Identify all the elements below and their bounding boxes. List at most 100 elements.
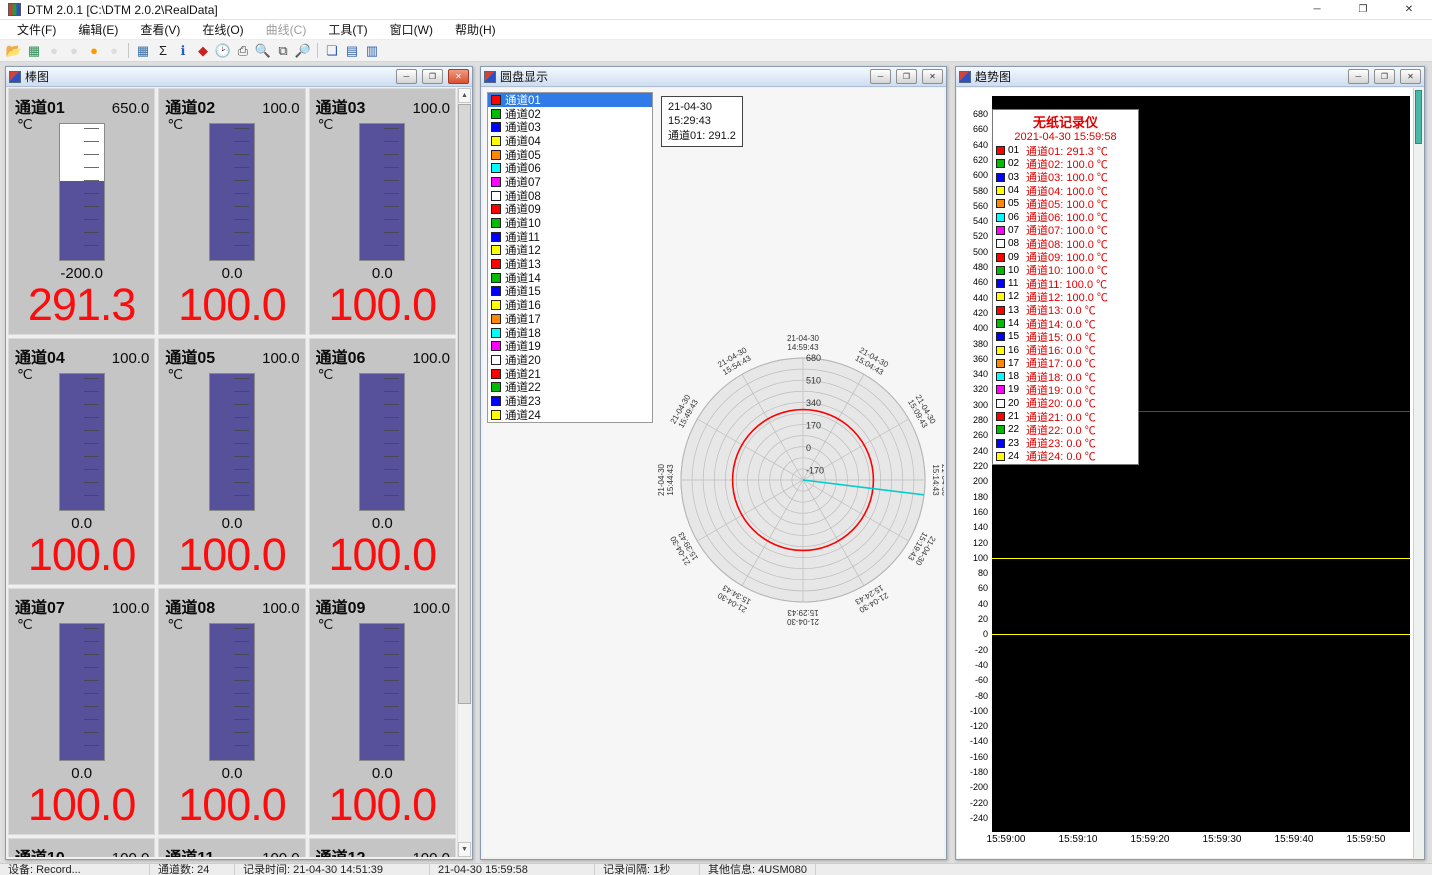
restore-button[interactable]: ❐ xyxy=(1340,0,1386,20)
menu-item-查看(V)[interactable]: 查看(V) xyxy=(129,20,191,40)
gauge-ticks xyxy=(84,378,99,506)
bar-cell-header: 通道06100.0 xyxy=(310,339,455,368)
bar-window-minimize-button[interactable]: ─ xyxy=(396,69,417,84)
trend-window-titlebar[interactable]: 趋势图 ─ ❐ ✕ xyxy=(956,67,1424,87)
bar-scrollbar[interactable]: ▲ ▼ xyxy=(457,88,471,857)
trend-plot: 无纸记录仪 2021-04-30 15:59:58 01通道01: 291.3 … xyxy=(992,96,1410,832)
y-axis-label: 80 xyxy=(978,568,988,578)
y-axis-label: -240 xyxy=(970,813,988,823)
status-segment: 记录间隔: 1秒 xyxy=(595,864,700,875)
bar-gauge xyxy=(359,623,405,761)
channel-name: 通道05 xyxy=(165,344,215,368)
legend-channel-number: 03 xyxy=(1008,172,1023,183)
channel-color-swatch xyxy=(491,369,501,379)
y-axis-label: -80 xyxy=(975,691,988,701)
legend-channel-number: 05 xyxy=(1008,198,1023,209)
print-icon[interactable]: ⎙ xyxy=(233,41,253,60)
x-axis-label: 15:59:20 xyxy=(1131,834,1170,845)
menu-item-帮助(H)[interactable]: 帮助(H) xyxy=(444,20,507,40)
svg-text:21-04-3015:29:43: 21-04-3015:29:43 xyxy=(786,608,819,626)
legend-color-swatch xyxy=(996,425,1005,434)
dial-window-minimize-button[interactable]: ─ xyxy=(870,69,891,84)
menu-item-窗口(W)[interactable]: 窗口(W) xyxy=(379,20,444,40)
unit-label: ℃ xyxy=(17,366,33,383)
trend-window-minimize-button[interactable]: ─ xyxy=(1348,69,1369,84)
tile-horizontal-icon[interactable]: ▤ xyxy=(342,41,362,60)
trend-scrollbar[interactable] xyxy=(1413,88,1423,858)
legend-channel-number: 23 xyxy=(1008,438,1023,449)
y-axis-label: -180 xyxy=(970,767,988,777)
legend-channel-number: 11 xyxy=(1008,278,1023,289)
y-axis-label: -120 xyxy=(970,721,988,731)
dial-window-titlebar[interactable]: 圆盘显示 ─ ❐ ✕ xyxy=(481,67,946,87)
zoom-icon[interactable]: 🔎 xyxy=(293,41,313,60)
y-axis-label: -140 xyxy=(970,736,988,746)
menu-item-文件(F)[interactable]: 文件(F) xyxy=(6,20,67,40)
channel-color-swatch xyxy=(491,259,501,269)
data-grid-icon[interactable]: ▦ xyxy=(133,41,153,60)
dial-window-restore-button[interactable]: ❐ xyxy=(896,69,917,84)
tooltip-line: 15:29:43 xyxy=(668,114,736,128)
open-folder-icon[interactable]: 📂 xyxy=(4,41,24,60)
trend-window-close-button[interactable]: ✕ xyxy=(1400,69,1421,84)
range-max-label: 100.0 xyxy=(412,100,450,117)
copy-icon[interactable]: ⧉ xyxy=(273,41,293,60)
polar-chart: 6805103401700-17021-04-3014:59:4321-04-3… xyxy=(633,310,944,650)
info-icon[interactable]: ℹ xyxy=(173,41,193,60)
dial-body: 通道01通道02通道03通道04通道05通道06通道07通道08通道09通道10… xyxy=(483,88,944,857)
scroll-up-arrow-icon[interactable]: ▲ xyxy=(458,88,471,103)
menu-item-在线(O)[interactable]: 在线(O) xyxy=(191,20,254,40)
legend-channel-number: 22 xyxy=(1008,424,1023,435)
channel-color-swatch xyxy=(491,300,501,310)
legend-channel-number: 12 xyxy=(1008,291,1023,302)
channel-color-swatch xyxy=(491,396,501,406)
channel-color-swatch xyxy=(491,191,501,201)
gauge-ticks xyxy=(84,628,99,756)
menu-item-编辑(E)[interactable]: 编辑(E) xyxy=(67,20,129,40)
toolbar-separator xyxy=(317,43,318,58)
online-icon[interactable]: ● xyxy=(84,41,104,60)
trend-scroll-thumb[interactable] xyxy=(1415,90,1422,144)
legend-channel-number: 14 xyxy=(1008,318,1023,329)
range-max-label: 100.0 xyxy=(112,350,150,367)
dial-window-icon xyxy=(484,71,496,83)
minimize-button[interactable]: ─ xyxy=(1294,0,1340,20)
alarm-icon[interactable]: ◆ xyxy=(193,41,213,60)
channel-name: 通道08 xyxy=(165,594,215,618)
channel-value: 100.0 xyxy=(310,782,455,827)
dial-window-close-button[interactable]: ✕ xyxy=(922,69,943,84)
scroll-thumb[interactable] xyxy=(458,104,471,704)
channel-color-swatch xyxy=(491,410,501,420)
bar-cell: 通道12100.0℃0.0100.0 xyxy=(309,838,456,857)
y-axis-label: 420 xyxy=(973,308,988,318)
channel-color-swatch xyxy=(491,177,501,187)
print-preview-icon[interactable]: 🔍 xyxy=(253,41,273,60)
bar-gauge xyxy=(59,123,105,261)
unit-label: ℃ xyxy=(318,366,334,383)
channel-list-item[interactable]: 通道24 xyxy=(488,408,652,422)
cascade-windows-icon[interactable]: ❏ xyxy=(322,41,342,60)
unit-label: ℃ xyxy=(17,116,33,133)
clock-icon[interactable]: 🕑 xyxy=(213,41,233,60)
tile-vertical-icon[interactable]: ▥ xyxy=(362,41,382,60)
channel-color-swatch xyxy=(491,382,501,392)
mdi-area: 棒图 ─ ❐ ✕ 通道01650.0℃-200.0291.3通道02100.0℃… xyxy=(0,62,1432,863)
channel-name: 通道03 xyxy=(316,94,366,118)
bar-window-titlebar[interactable]: 棒图 ─ ❐ ✕ xyxy=(6,67,472,87)
legend-color-swatch xyxy=(996,292,1005,301)
y-axis-label: 440 xyxy=(973,293,988,303)
scroll-down-arrow-icon[interactable]: ▼ xyxy=(458,842,471,857)
legend-channel-number: 15 xyxy=(1008,331,1023,342)
bar-window-close-button[interactable]: ✕ xyxy=(448,69,469,84)
channel-name: 通道01 xyxy=(15,94,65,118)
trend-window-restore-button[interactable]: ❐ xyxy=(1374,69,1395,84)
statistics-icon[interactable]: Σ xyxy=(153,41,173,60)
y-axis-label: -40 xyxy=(975,660,988,670)
export-data-icon[interactable]: ▦ xyxy=(24,41,44,60)
channel-value: 291.3 xyxy=(9,282,154,327)
bar-window-restore-button[interactable]: ❐ xyxy=(422,69,443,84)
legend-color-swatch xyxy=(996,319,1005,328)
channel-value: 100.0 xyxy=(159,532,304,577)
close-button[interactable]: ✕ xyxy=(1386,0,1432,20)
menu-item-工具(T)[interactable]: 工具(T) xyxy=(317,20,378,40)
